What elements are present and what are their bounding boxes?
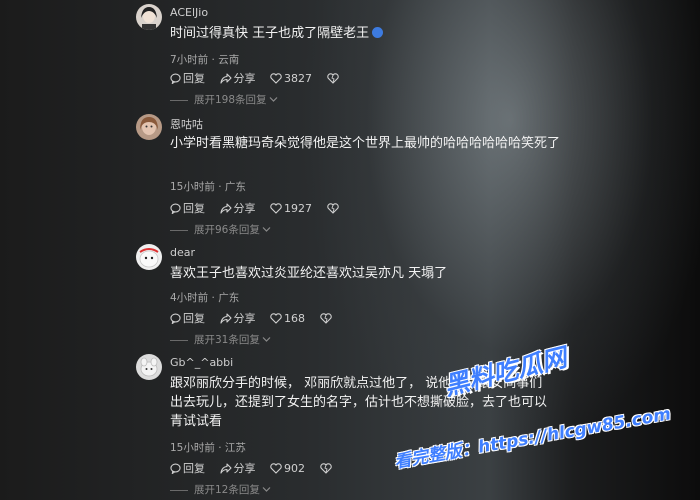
heart-icon xyxy=(270,312,282,324)
comment-time-location: 15小时前 · 江苏 xyxy=(170,442,246,454)
like-button[interactable]: 168 xyxy=(270,312,305,325)
heart-icon xyxy=(270,72,282,84)
emoji-icon xyxy=(372,27,384,38)
chevron-down-icon xyxy=(269,97,277,102)
reply-icon xyxy=(170,463,181,475)
like-button[interactable]: 902 xyxy=(270,462,305,475)
like-button[interactable]: 1927 xyxy=(270,202,312,215)
share-icon xyxy=(219,73,232,84)
broken-heart-icon xyxy=(326,202,339,214)
comment-actions: 回复 分享 168 xyxy=(170,310,345,326)
reply-button[interactable]: 回复 xyxy=(170,200,205,216)
share-icon xyxy=(219,203,232,214)
divider xyxy=(170,229,188,231)
broken-heart-icon xyxy=(319,462,332,474)
broken-heart-icon xyxy=(326,72,339,84)
expand-replies-label: 展开12条回复 xyxy=(194,484,260,496)
chevron-down-icon xyxy=(262,487,271,492)
reply-button[interactable]: 回复 xyxy=(170,460,205,476)
reply-button[interactable]: 回复 xyxy=(170,70,205,86)
share-button[interactable]: 分享 xyxy=(219,460,256,476)
comment-text: 时间过得真快 王子也成了隔壁老王 xyxy=(170,24,570,43)
share-button[interactable]: 分享 xyxy=(219,70,256,86)
comment-time-location: 7小时前 · 云南 xyxy=(170,54,240,66)
dislike-button[interactable] xyxy=(319,462,334,475)
share-button[interactable]: 分享 xyxy=(219,200,256,216)
share-icon xyxy=(219,463,232,474)
comment-text: 喜欢王子也喜欢过炎亚纶还喜欢过吴亦凡 天塌了 xyxy=(170,266,448,281)
chevron-down-icon xyxy=(262,337,271,342)
expand-replies-button[interactable]: 展开31条回复 xyxy=(170,332,271,347)
comment-username[interactable]: ACElJio xyxy=(170,6,208,19)
dislike-button[interactable] xyxy=(326,72,341,85)
comment-actions: 回复 分享 3827 xyxy=(170,70,352,86)
comment-time-location: 4小时前 · 广东 xyxy=(170,292,240,304)
comment-username[interactable]: dear xyxy=(170,246,195,259)
comment-username[interactable]: Gb^_^abbi xyxy=(170,356,233,369)
divider xyxy=(170,339,188,341)
share-icon xyxy=(219,313,232,324)
comment-actions: 回复 分享 1927 xyxy=(170,200,352,216)
chevron-down-icon xyxy=(262,227,271,232)
share-button[interactable]: 分享 xyxy=(219,310,256,326)
expand-replies-label: 展开31条回复 xyxy=(194,334,260,346)
expand-replies-button[interactable]: 展开96条回复 xyxy=(170,222,271,237)
avatar[interactable] xyxy=(136,4,162,30)
reply-icon xyxy=(170,313,181,325)
like-button[interactable]: 3827 xyxy=(270,72,312,85)
comment-time-location: 15小时前 · 广东 xyxy=(170,181,246,193)
expand-replies-label: 展开198条回复 xyxy=(194,94,267,106)
heart-icon xyxy=(270,202,282,214)
divider xyxy=(170,489,188,491)
comment-username[interactable]: 恩咕咕 xyxy=(170,116,203,132)
dislike-button[interactable] xyxy=(326,202,341,215)
avatar[interactable] xyxy=(136,114,162,140)
heart-icon xyxy=(270,462,282,474)
expand-replies-button[interactable]: 展开198条回复 xyxy=(170,92,278,107)
expand-replies-button[interactable]: 展开12条回复 xyxy=(170,482,271,497)
divider xyxy=(170,99,188,101)
broken-heart-icon xyxy=(319,312,332,324)
avatar[interactable] xyxy=(136,244,162,270)
reply-icon xyxy=(170,203,181,215)
avatar[interactable] xyxy=(136,354,162,380)
comment-text: 小学时看黑糖玛奇朵觉得他是这个世界上最帅的哈哈哈哈哈哈笑死了 xyxy=(170,136,561,151)
expand-replies-label: 展开96条回复 xyxy=(194,224,260,236)
comment-actions: 回复 分享 902 xyxy=(170,460,345,476)
dislike-button[interactable] xyxy=(319,312,334,325)
reply-button[interactable]: 回复 xyxy=(170,310,205,326)
reply-icon xyxy=(170,73,181,85)
